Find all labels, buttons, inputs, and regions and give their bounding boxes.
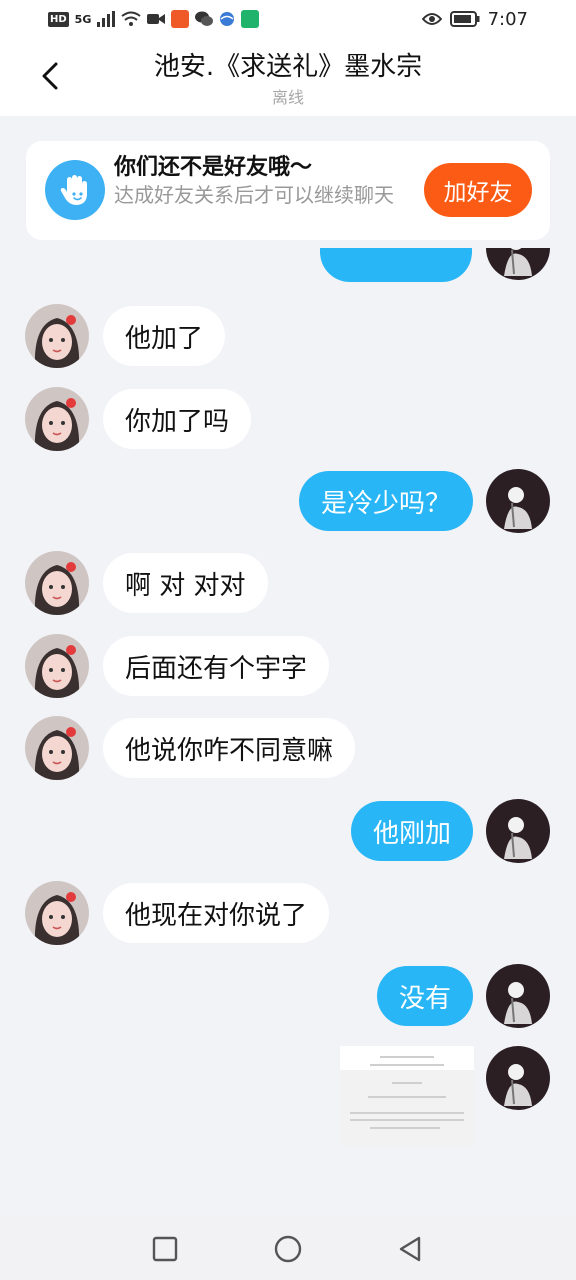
message-row: 他加了 — [0, 304, 576, 368]
screenshot-thumbnail[interactable] — [340, 1046, 474, 1146]
network-type-label: 5G — [74, 12, 92, 26]
back-nav-button[interactable] — [395, 1234, 425, 1264]
clock: 7:07 — [487, 8, 528, 30]
contact-avatar[interactable] — [25, 387, 89, 451]
status-left-icons: HD 5G — [48, 10, 260, 28]
battery-icon — [449, 11, 480, 27]
message-row: 是冷少吗？ — [0, 469, 576, 533]
contact-avatar[interactable] — [25, 881, 89, 945]
message-row: 他说你咋不同意嘛 — [0, 716, 576, 780]
notice-title: 你们还不是好友哦～ — [114, 155, 313, 180]
not-friends-notice: 你们还不是好友哦～ 达成好友关系后才可以继续聊天 加好友 — [26, 141, 550, 240]
message-row: 没有 — [0, 964, 576, 1028]
message-bubble[interactable]: 没有 — [376, 966, 473, 1026]
message-row: 你加了吗 — [0, 387, 576, 451]
wechat-icon — [195, 11, 214, 26]
message-row: 他现在对你说了 — [0, 881, 576, 945]
contact-avatar[interactable] — [25, 634, 89, 698]
add-friend-button[interactable]: 加好友 — [424, 163, 532, 217]
circle-icon — [274, 1235, 302, 1263]
contact-name: 池安.《求送礼》墨水宗 — [153, 52, 423, 82]
eye-icon — [421, 13, 442, 25]
wifi-icon — [121, 11, 141, 26]
status-bar: HD 5G 7:07 — [0, 0, 576, 38]
video-call-icon — [147, 14, 166, 24]
notice-description: 达成好友关系后才可以继续聊天 — [114, 183, 394, 207]
message-list[interactable]: 他加了 你加了吗 是冷少吗？ 啊 对 对对 后面还有个宇字 他说你咋不同意嘛 他… — [0, 248, 576, 1216]
recent-apps-button[interactable] — [150, 1234, 180, 1264]
message-bubble-partial[interactable] — [320, 248, 472, 282]
triangle-back-icon — [399, 1236, 421, 1262]
my-avatar[interactable] — [486, 1046, 550, 1110]
my-avatar[interactable] — [486, 964, 550, 1028]
my-avatar[interactable] — [486, 469, 550, 533]
contact-avatar[interactable] — [25, 304, 89, 368]
image-message[interactable] — [340, 1046, 474, 1146]
message-row: 后面还有个宇字 — [0, 634, 576, 698]
system-navigation-bar — [0, 1216, 576, 1280]
browser-icon — [220, 12, 235, 26]
contact-avatar[interactable] — [25, 551, 89, 615]
message-row: 啊 对 对对 — [0, 551, 576, 615]
my-avatar[interactable] — [486, 248, 550, 280]
my-avatar[interactable] — [486, 799, 550, 863]
status-right-icons: 7:07 — [421, 8, 528, 30]
message-bubble[interactable]: 他现在对你说了 — [103, 883, 330, 943]
chat-header: 池安.《求送礼》墨水宗 离线 — [0, 38, 576, 116]
message-bubble[interactable]: 你加了吗 — [103, 389, 252, 449]
message-bubble[interactable]: 他加了 — [103, 306, 226, 366]
signal-icon — [97, 11, 116, 27]
message-bubble[interactable]: 是冷少吗？ — [298, 471, 473, 531]
message-bubble[interactable]: 啊 对 对对 — [103, 553, 268, 613]
contact-avatar[interactable] — [25, 716, 89, 780]
message-row: 他刚加 — [0, 799, 576, 863]
message-bubble[interactable]: 他刚加 — [350, 801, 473, 861]
hand-wave-icon — [45, 160, 105, 220]
message-bubble[interactable]: 后面还有个宇字 — [103, 636, 330, 696]
contact-status: 离线 — [271, 88, 304, 107]
message-bubble[interactable]: 他说你咋不同意嘛 — [103, 718, 356, 778]
hd-icon: HD — [48, 11, 69, 27]
sticker-app-icon — [241, 10, 260, 28]
home-button[interactable] — [273, 1234, 303, 1264]
square-icon — [152, 1236, 178, 1262]
app-notification-icon — [171, 10, 190, 28]
